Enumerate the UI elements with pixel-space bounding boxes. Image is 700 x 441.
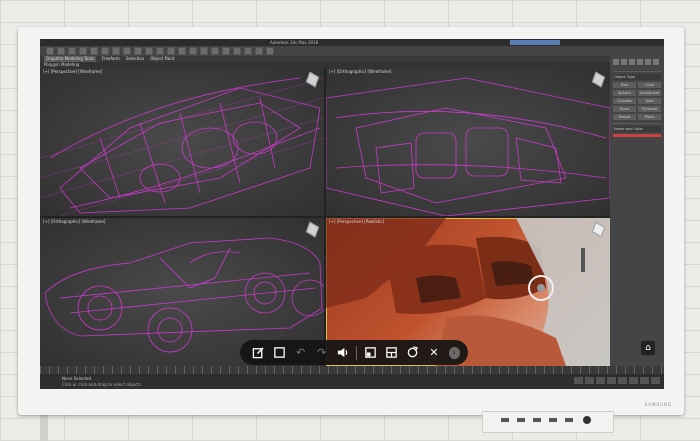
viewport-orthographic-top[interactable]: [+] [Orthographic] [Wireframe] [326, 68, 610, 216]
geosphere-button[interactable]: GeoSphere [638, 90, 661, 96]
snap-icon[interactable] [167, 47, 175, 55]
usb-port-icon [549, 418, 557, 422]
angle-snap-icon[interactable] [178, 47, 186, 55]
main-toolbar [40, 46, 664, 56]
search-box[interactable] [510, 40, 560, 45]
move-icon[interactable] [134, 47, 142, 55]
torus-button[interactable]: Torus [613, 106, 636, 112]
rotate-tool-icon[interactable] [145, 47, 153, 55]
sphere-button[interactable]: Sphere [613, 90, 636, 96]
command-panel: Object Type Box Cone Sphere GeoSphere Cy… [610, 56, 664, 366]
link-icon[interactable] [68, 47, 76, 55]
wireframe-car [40, 77, 324, 216]
motion-icon[interactable] [637, 59, 643, 65]
playback-controls [574, 377, 660, 384]
usb-port-icon [517, 418, 525, 422]
teapot-button[interactable]: Teapot [613, 114, 636, 120]
toolbar-divider [356, 345, 358, 360]
go-start-icon[interactable] [574, 377, 583, 384]
monitor-brand: SAMSUNG [644, 402, 672, 407]
cylinder-button[interactable]: Cylinder [613, 98, 636, 104]
edit-icon[interactable] [248, 342, 269, 364]
rotate-icon[interactable] [402, 342, 423, 364]
create-icon[interactable] [613, 59, 619, 65]
power-port-icon [583, 416, 591, 424]
play-icon[interactable] [596, 377, 605, 384]
viewport-label[interactable]: [+] [Orthographic] [Wireframe] [329, 69, 391, 74]
prev-frame-icon[interactable] [585, 377, 594, 384]
object-type-group: Object Type Box Cone Sphere GeoSphere Cy… [613, 71, 661, 120]
name-color-group: Name and Color [613, 123, 661, 137]
name-color-header[interactable]: Name and Color [613, 126, 661, 132]
usb-port-icon [501, 418, 509, 422]
render-setup-icon[interactable] [255, 47, 263, 55]
zoom-icon[interactable] [629, 377, 638, 384]
viewport-perspective[interactable]: [+] [Perspective] [Wireframe] [40, 68, 324, 216]
selection-status: None Selected [62, 376, 92, 381]
close-icon[interactable]: ✕ [423, 342, 444, 364]
viewport-label[interactable]: [+] [Orthographic] [Wireframe] [43, 219, 105, 224]
object-type-header[interactable]: Object Type [613, 74, 661, 80]
curve-editor-icon[interactable] [222, 47, 230, 55]
undo-icon[interactable]: ↶ [290, 342, 311, 364]
viewport-label[interactable]: [+] [Perspective] [Wireframe] [43, 69, 102, 74]
object-type-buttons: Box Cone Sphere GeoSphere Cylinder Tube … [613, 82, 661, 120]
mirror-icon[interactable] [189, 47, 197, 55]
bind-icon[interactable] [90, 47, 98, 55]
usb-port-icon [565, 418, 573, 422]
utilities-icon[interactable] [653, 59, 659, 65]
monitor-port-hub [482, 411, 614, 433]
display-icon[interactable] [645, 59, 651, 65]
unlink-icon[interactable] [79, 47, 87, 55]
modify-icon[interactable] [621, 59, 627, 65]
status-bar: None Selected Click or click-and-drag to… [40, 374, 664, 389]
render-icon[interactable] [266, 47, 274, 55]
go-end-icon[interactable] [618, 377, 627, 384]
viewport-label[interactable]: [+] [Perspective] [Realistic] [329, 219, 384, 224]
box-button[interactable]: Box [613, 82, 636, 88]
title-bar: Autodesk 3ds Max 2018 [40, 39, 664, 46]
prompt-line: Click or click-and-drag to select object… [62, 382, 141, 387]
plane-button[interactable]: Plane [638, 114, 661, 120]
material-editor-icon[interactable] [244, 47, 252, 55]
pan-icon[interactable] [640, 377, 649, 384]
window-title: Autodesk 3ds Max 2018 [270, 40, 319, 45]
schematic-icon[interactable] [233, 47, 241, 55]
cone-button[interactable]: Cone [638, 82, 661, 88]
align-icon[interactable] [200, 47, 208, 55]
select-box-icon[interactable] [269, 342, 290, 364]
redo-icon[interactable]: ↷ [311, 342, 332, 364]
orbit-icon[interactable] [651, 377, 660, 384]
timeline[interactable] [40, 366, 664, 374]
select-name-icon[interactable] [112, 47, 120, 55]
usb-port-icon [533, 418, 541, 422]
redo-tool-icon[interactable] [57, 47, 65, 55]
command-panel-tabs [610, 56, 664, 68]
layer-icon[interactable] [211, 47, 219, 55]
select-icon[interactable] [101, 47, 109, 55]
scale-icon[interactable] [156, 47, 164, 55]
home-icon[interactable]: ⌂ [641, 341, 655, 355]
more-icon[interactable]: › [448, 346, 460, 359]
pyramid-button[interactable]: Pyramid [638, 106, 661, 112]
touch-toolbar: ↶ ↷ ✕ › [240, 340, 468, 365]
undo-tool-icon[interactable] [46, 47, 54, 55]
monitor-stand-leg [40, 413, 48, 441]
color-swatch[interactable] [613, 134, 661, 137]
wireframe-car-interior [326, 77, 610, 216]
next-frame-icon[interactable] [607, 377, 616, 384]
volume-icon[interactable] [332, 342, 353, 364]
rect-select-icon[interactable] [123, 47, 131, 55]
hierarchy-icon[interactable] [629, 59, 635, 65]
screen: Autodesk 3ds Max 2018 Graphite Modeling … [40, 39, 664, 389]
layout-icon[interactable] [381, 342, 402, 364]
viewport-area: [+] [Perspective] [Wireframe] [+] [Ortho… [40, 68, 610, 366]
window-icon[interactable] [360, 342, 381, 364]
tube-button[interactable]: Tube [638, 98, 661, 104]
